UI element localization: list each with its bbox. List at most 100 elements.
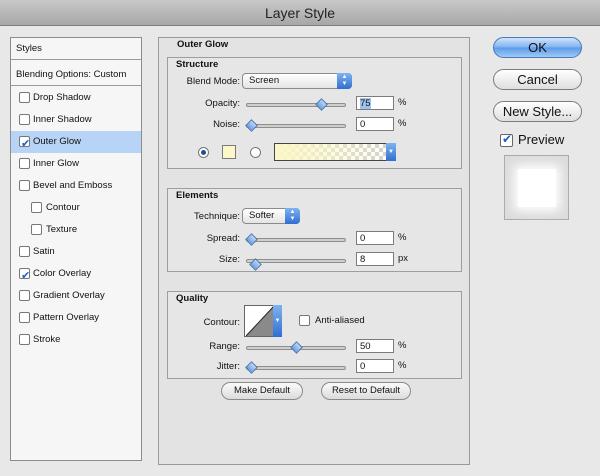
style-item-outer-glow[interactable]: Outer Glow bbox=[11, 131, 141, 155]
noise-label: Noise: bbox=[213, 119, 240, 130]
technique-value: Softer bbox=[249, 210, 275, 221]
style-item-label: Color Overlay bbox=[33, 268, 92, 279]
style-preview-thumbnail bbox=[504, 155, 569, 220]
opacity-unit: % bbox=[398, 97, 407, 108]
solid-color-radio[interactable] bbox=[198, 147, 209, 158]
noise-unit: % bbox=[398, 118, 407, 129]
noise-slider-thumb[interactable] bbox=[245, 119, 258, 132]
window-title: Layer Style bbox=[0, 0, 600, 26]
style-item-checkbox[interactable] bbox=[19, 133, 30, 155]
style-item-color-overlay[interactable]: Color Overlay bbox=[11, 263, 141, 287]
contour-label: Contour: bbox=[203, 317, 240, 328]
style-item-label: Inner Glow bbox=[33, 158, 79, 169]
style-item-satin[interactable]: Satin bbox=[11, 241, 141, 263]
style-item-checkbox[interactable] bbox=[19, 334, 30, 345]
range-unit: % bbox=[398, 340, 407, 351]
contour-curve-icon bbox=[246, 306, 274, 336]
structure-group: Structure Blend Mode: Screen ▲ ▼ Opacity:… bbox=[167, 57, 462, 169]
spread-unit: % bbox=[398, 232, 407, 243]
select-arrows-icon: ▲ ▼ bbox=[337, 73, 352, 89]
style-item-drop-shadow[interactable]: Drop Shadow bbox=[11, 87, 141, 109]
new-style-button[interactable]: New Style... bbox=[493, 101, 582, 122]
blending-options-item[interactable]: Blending Options: Custom bbox=[11, 64, 141, 86]
elements-group: Elements Technique: Softer ▲ ▼ Spread: 0 … bbox=[167, 188, 462, 272]
reset-to-default-button[interactable]: Reset to Default bbox=[321, 382, 411, 400]
jitter-unit: % bbox=[398, 360, 407, 371]
style-item-checkbox[interactable] bbox=[19, 180, 30, 191]
style-item-label: Stroke bbox=[33, 334, 61, 345]
style-item-label: Pattern Overlay bbox=[33, 312, 99, 323]
style-item-inner-shadow[interactable]: Inner Shadow bbox=[11, 109, 141, 131]
jitter-slider-thumb[interactable] bbox=[245, 361, 258, 374]
opacity-slider-thumb[interactable] bbox=[315, 98, 328, 111]
opacity-label: Opacity: bbox=[205, 98, 240, 109]
contour-dropdown-icon[interactable]: ▼ bbox=[273, 305, 282, 337]
blend-mode-label: Blend Mode: bbox=[186, 76, 240, 87]
style-item-contour[interactable]: Contour bbox=[11, 197, 141, 219]
style-item-label: Contour bbox=[46, 202, 80, 213]
style-item-inner-glow[interactable]: Inner Glow bbox=[11, 153, 141, 175]
style-item-checkbox[interactable] bbox=[19, 312, 30, 323]
style-item-checkbox[interactable] bbox=[19, 246, 30, 257]
blend-mode-select[interactable]: Screen ▲ ▼ bbox=[242, 73, 352, 89]
style-item-gradient-overlay[interactable]: Gradient Overlay bbox=[11, 285, 141, 307]
style-item-checkbox[interactable] bbox=[19, 290, 30, 301]
size-slider[interactable] bbox=[246, 258, 346, 271]
style-item-pattern-overlay[interactable]: Pattern Overlay bbox=[11, 307, 141, 329]
opacity-slider[interactable] bbox=[246, 98, 346, 111]
style-item-checkbox[interactable] bbox=[19, 114, 30, 125]
opacity-input[interactable]: 75 bbox=[356, 96, 394, 110]
style-item-checkbox[interactable] bbox=[31, 202, 42, 213]
jitter-input[interactable]: 0 bbox=[356, 359, 394, 373]
style-item-label: Drop Shadow bbox=[33, 92, 91, 103]
size-input[interactable]: 8 bbox=[356, 252, 394, 266]
size-label: Size: bbox=[218, 254, 240, 265]
spread-slider-thumb[interactable] bbox=[245, 233, 258, 246]
range-slider[interactable] bbox=[246, 341, 346, 354]
spread-slider[interactable] bbox=[245, 233, 346, 246]
technique-select[interactable]: Softer ▲ ▼ bbox=[242, 208, 300, 224]
technique-label: Technique: bbox=[194, 211, 240, 222]
select-arrows-icon: ▲ ▼ bbox=[285, 208, 300, 224]
style-item-bevel-and-emboss[interactable]: Bevel and Emboss bbox=[11, 175, 141, 197]
spread-input[interactable]: 0 bbox=[356, 231, 394, 245]
style-item-checkbox[interactable] bbox=[19, 158, 30, 169]
ok-button[interactable]: OK bbox=[493, 37, 582, 58]
noise-slider[interactable] bbox=[245, 119, 346, 132]
spread-label: Spread: bbox=[206, 233, 240, 244]
style-item-label: Gradient Overlay bbox=[33, 290, 105, 301]
jitter-label: Jitter: bbox=[216, 361, 240, 372]
make-default-button[interactable]: Make Default bbox=[221, 382, 303, 400]
preview-checkbox[interactable] bbox=[500, 132, 513, 147]
gradient-radio[interactable] bbox=[250, 147, 261, 158]
size-slider-thumb[interactable] bbox=[249, 258, 262, 271]
size-unit: px bbox=[398, 253, 409, 264]
style-item-label: Outer Glow bbox=[33, 136, 82, 147]
blend-mode-value: Screen bbox=[249, 75, 280, 86]
range-input[interactable]: 50 bbox=[356, 339, 394, 353]
gradient-picker[interactable]: ▼ bbox=[274, 143, 396, 161]
jitter-slider[interactable] bbox=[245, 361, 346, 374]
contour-picker[interactable]: ▼ bbox=[244, 305, 282, 337]
layer-style-dialog: Styles Blending Options: Custom Drop Sha… bbox=[0, 26, 600, 476]
style-item-checkbox[interactable] bbox=[19, 265, 30, 287]
anti-aliased-label: Anti-aliased bbox=[315, 315, 365, 326]
preview-label: Preview bbox=[518, 132, 565, 147]
styles-header[interactable]: Styles bbox=[11, 38, 141, 60]
anti-aliased-checkbox[interactable] bbox=[299, 315, 310, 326]
opacity-value: 75 bbox=[360, 98, 371, 109]
style-item-checkbox[interactable] bbox=[31, 224, 42, 235]
cancel-button[interactable]: Cancel bbox=[493, 69, 582, 90]
style-item-label: Satin bbox=[33, 246, 55, 257]
outer-glow-panel: Outer Glow Structure Blend Mode: Screen … bbox=[158, 37, 470, 465]
gradient-dropdown-icon[interactable]: ▼ bbox=[386, 143, 396, 161]
style-item-label: Inner Shadow bbox=[33, 114, 92, 125]
noise-input[interactable]: 0 bbox=[356, 117, 394, 131]
glow-color-swatch[interactable] bbox=[222, 145, 236, 159]
style-item-texture[interactable]: Texture bbox=[11, 219, 141, 241]
style-item-stroke[interactable]: Stroke bbox=[11, 329, 141, 351]
range-slider-thumb[interactable] bbox=[290, 341, 303, 354]
elements-title: Elements bbox=[176, 190, 219, 201]
style-item-checkbox[interactable] bbox=[19, 92, 30, 103]
quality-group: Quality Contour: ▼ Anti-aliased Range: 5… bbox=[167, 291, 462, 379]
